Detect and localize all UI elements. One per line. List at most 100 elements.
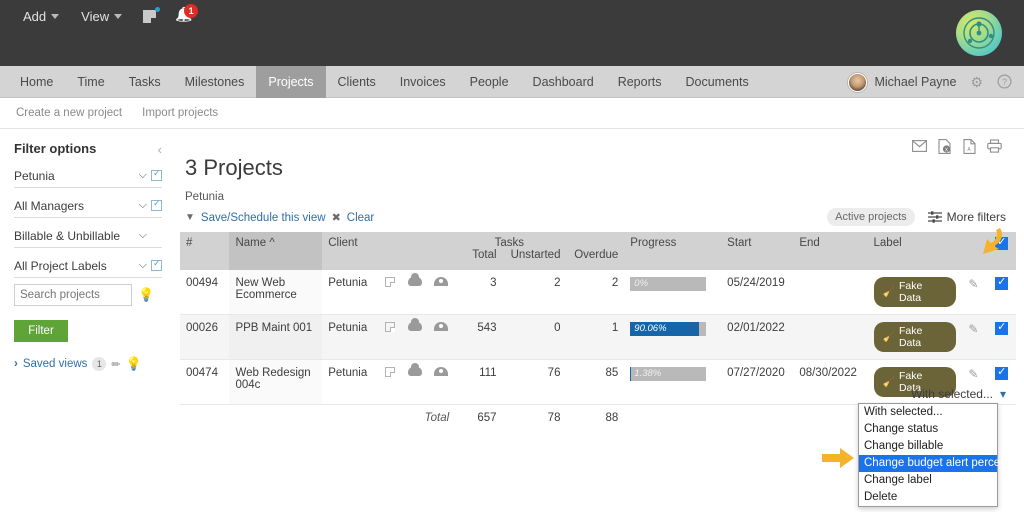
broom-icon: 🧹	[883, 287, 895, 298]
nav-item-invoices[interactable]: Invoices	[388, 66, 458, 98]
help-icon[interactable]: ?	[997, 74, 1012, 91]
col-header-progress[interactable]: Progress	[624, 232, 721, 270]
create-new-project-link[interactable]: Create a new project	[16, 107, 122, 119]
cell-project-name: Web Redesign 004c	[229, 360, 322, 405]
totals-overdue: 88	[566, 405, 624, 432]
hint-bulb-icon[interactable]: 💡	[126, 356, 142, 372]
email-icon[interactable]	[912, 138, 927, 154]
dropdown-item-4[interactable]: Change label	[859, 472, 997, 489]
dropdown-item-2[interactable]: Change billable	[859, 438, 997, 455]
progress-bar-label: 90.06%	[634, 323, 666, 334]
view-menu[interactable]: View	[72, 4, 131, 29]
col-header-overdue-label[interactable]: Overdue	[572, 237, 618, 261]
row-checkbox[interactable]	[995, 322, 1008, 335]
nav-item-dashboard[interactable]: Dashboard	[521, 66, 606, 98]
dropdown-item-3[interactable]: Change budget alert percent	[859, 455, 997, 472]
col-header-label[interactable]: Label	[868, 232, 963, 270]
nav-item-label: People	[470, 75, 509, 89]
row-checkbox[interactable]	[995, 277, 1008, 290]
with-selected-dropdown-menu[interactable]: With selected...Change statusChange bill…	[858, 403, 998, 507]
dropdown-item-5[interactable]: Delete	[859, 489, 997, 506]
cell-cloud-icon	[402, 360, 429, 405]
nav-item-projects[interactable]: Projects	[256, 66, 325, 98]
note-icon[interactable]	[385, 277, 395, 287]
import-projects-link[interactable]: Import projects	[142, 107, 218, 119]
col-header-total[interactable]: Total	[461, 237, 496, 261]
totals-label: Total	[180, 405, 455, 432]
saved-views-toggle[interactable]: › Saved views 1 ✏ 💡	[14, 356, 162, 372]
gauge-icon[interactable]	[434, 367, 448, 376]
broom-icon: 🧹	[883, 377, 895, 388]
cell-tasks-unstarted: 2	[503, 270, 567, 315]
gauge-icon[interactable]	[434, 322, 448, 331]
status-badge[interactable]: 🧹Fake Data	[874, 322, 957, 352]
nav-item-home[interactable]: Home	[8, 66, 65, 98]
cell-label: 🧹Fake Data	[868, 315, 963, 360]
dropdown-item-0[interactable]: With selected...	[859, 404, 997, 421]
hint-bulb-icon[interactable]: 💡	[138, 287, 154, 303]
col-header-overdue: Overdue	[566, 232, 624, 270]
row-checkbox[interactable]	[995, 367, 1008, 380]
clear-filters-link[interactable]: Clear	[347, 212, 374, 224]
print-icon[interactable]	[987, 138, 1002, 154]
nav-item-time[interactable]: Time	[65, 66, 116, 98]
funnel-icon: ▼	[185, 212, 195, 223]
nav-item-people[interactable]: People	[458, 66, 521, 98]
col-header-client[interactable]: Client	[322, 232, 379, 270]
cloud-icon[interactable]	[408, 367, 422, 376]
gear-icon[interactable]: ⚙	[970, 75, 983, 89]
nav-item-reports[interactable]: Reports	[606, 66, 674, 98]
edit-pencil-icon[interactable]: ✎	[968, 322, 978, 336]
nav-item-label: Time	[77, 75, 104, 89]
edit-pencil-icon[interactable]: ✏	[111, 358, 120, 371]
nav-item-clients[interactable]: Clients	[326, 66, 388, 98]
cell-tasks-total: 543	[455, 315, 502, 360]
pdf-export-icon[interactable]: A	[962, 138, 977, 154]
notes-button[interactable]	[135, 5, 164, 28]
add-menu[interactable]: Add	[14, 4, 68, 29]
more-filters-button[interactable]: More filters	[928, 210, 1006, 224]
col-header-end[interactable]: End	[793, 232, 867, 270]
with-selected-dropdown-trigger[interactable]: With selected... ▾	[911, 387, 1006, 401]
col-header-start[interactable]: Start	[721, 232, 793, 270]
filter-select-2[interactable]: Billable & Unbillable⌵	[14, 224, 162, 248]
table-row[interactable]: 00026PPB Maint 001Petunia5430190.06%02/0…	[180, 315, 1016, 360]
col-header-num[interactable]: #	[180, 232, 229, 270]
col-header-gauge-icon	[428, 232, 455, 270]
filter-select-1[interactable]: All Managers⌵	[14, 194, 162, 218]
filter-select-0[interactable]: Petunia⌵	[14, 164, 162, 188]
nav-item-documents[interactable]: Documents	[673, 66, 760, 98]
filter-multiselect-icon[interactable]	[151, 200, 162, 211]
excel-export-icon[interactable]: X	[937, 138, 952, 154]
top-bar-left-group: Add View 1	[14, 4, 198, 29]
cloud-icon[interactable]	[408, 322, 422, 331]
active-projects-badge[interactable]: Active projects	[827, 208, 915, 226]
nav-item-tasks[interactable]: Tasks	[117, 66, 173, 98]
cell-client: Petunia	[322, 360, 379, 405]
nav-item-label: Tasks	[129, 75, 161, 89]
chevron-down-icon: ▾	[1000, 387, 1006, 401]
col-header-name[interactable]: Name ^	[229, 232, 322, 270]
gauge-icon[interactable]	[434, 277, 448, 286]
table-row[interactable]: 00494New Web EcommercePetunia3220%05/24/…	[180, 270, 1016, 315]
status-badge[interactable]: 🧹Fake Data	[874, 277, 957, 307]
nav-item-milestones[interactable]: Milestones	[173, 66, 257, 98]
filter-multiselect-icon[interactable]	[151, 170, 162, 181]
table-row[interactable]: 00474Web Redesign 004cPetunia11176851.38…	[180, 360, 1016, 405]
filter-multiselect-icon[interactable]	[151, 260, 162, 271]
save-schedule-view-link[interactable]: Save/Schedule this view	[201, 212, 326, 224]
chevron-down-icon: ⌵	[139, 259, 147, 272]
edit-pencil-icon[interactable]: ✎	[968, 277, 978, 291]
note-icon[interactable]	[385, 322, 395, 332]
user-name: Michael Payne	[874, 75, 956, 89]
notifications-button[interactable]: 1	[168, 5, 198, 29]
collapse-sidebar-icon[interactable]: ‹	[158, 142, 162, 157]
search-projects-input[interactable]	[14, 284, 132, 306]
note-icon[interactable]	[385, 367, 395, 377]
edit-pencil-icon[interactable]: ✎	[968, 367, 978, 381]
filter-button[interactable]: Filter	[14, 320, 68, 342]
cloud-icon[interactable]	[408, 277, 422, 286]
dropdown-item-1[interactable]: Change status	[859, 421, 997, 438]
filter-select-3[interactable]: All Project Labels⌵	[14, 254, 162, 278]
user-menu[interactable]: Michael Payne	[848, 73, 956, 92]
